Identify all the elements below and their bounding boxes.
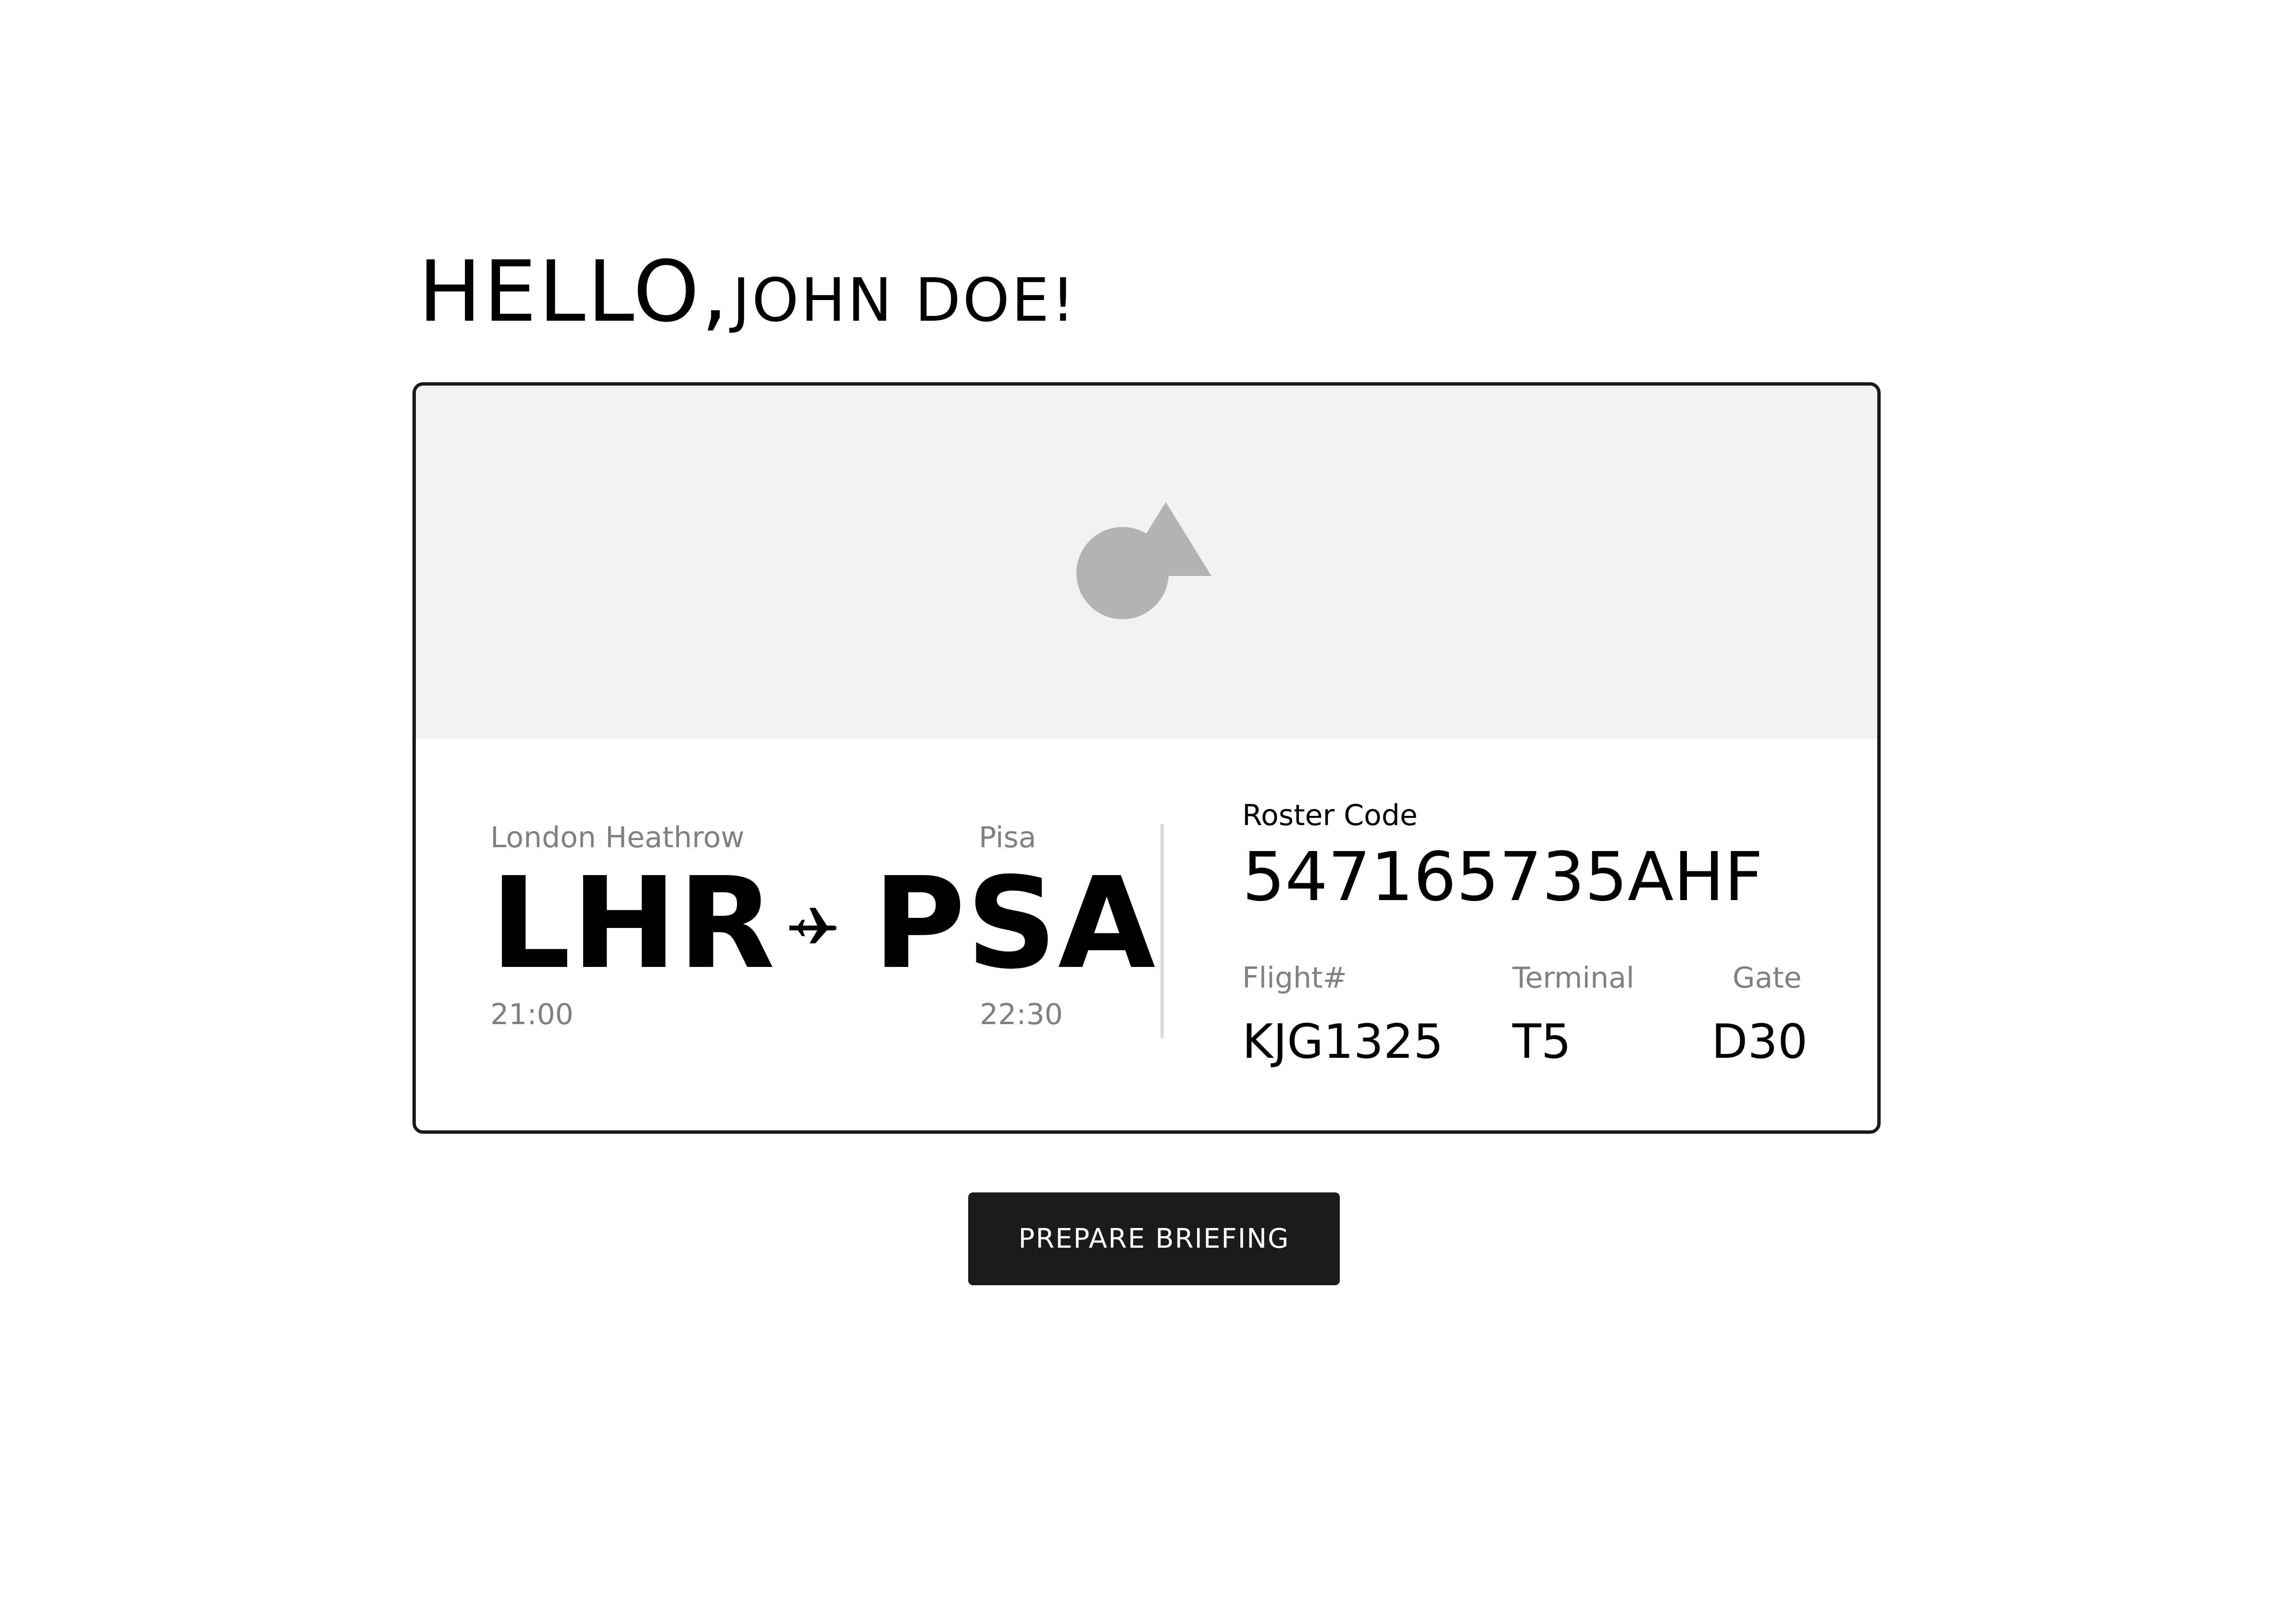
route-divider (1160, 824, 1164, 1038)
terminal-label: Terminal (1512, 961, 1635, 995)
gate-value: D30 (1711, 1015, 1808, 1069)
origin-code: LHR (490, 850, 776, 997)
destination-code: PSA (873, 850, 1157, 997)
flight-number-value: KJG1325 (1242, 1015, 1444, 1069)
origin-time: 21:00 (490, 998, 574, 1031)
destination-time: 22:30 (980, 998, 1063, 1031)
flight-number-label: Flight# (1242, 961, 1347, 995)
plane-icon (789, 908, 836, 943)
roster-code-value: 547165735AHF (1242, 838, 1763, 916)
greeting-heading: HELLO, JOHN DOE! (418, 250, 1077, 334)
image-placeholder (416, 386, 1877, 739)
greeting-hello: HELLO, (418, 243, 730, 341)
prepare-briefing-button[interactable]: PREPARE BRIEFING (968, 1192, 1340, 1285)
destination-city: Pisa (979, 821, 1036, 854)
origin-city: London Heathrow (490, 821, 745, 854)
greeting-name: JOHN DOE! (732, 266, 1077, 335)
gate-label: Gate (1733, 961, 1802, 995)
roster-code-label: Roster Code (1242, 799, 1418, 832)
flight-card (412, 382, 1881, 1134)
image-placeholder-icon (1076, 502, 1211, 619)
terminal-value: T5 (1512, 1015, 1572, 1069)
